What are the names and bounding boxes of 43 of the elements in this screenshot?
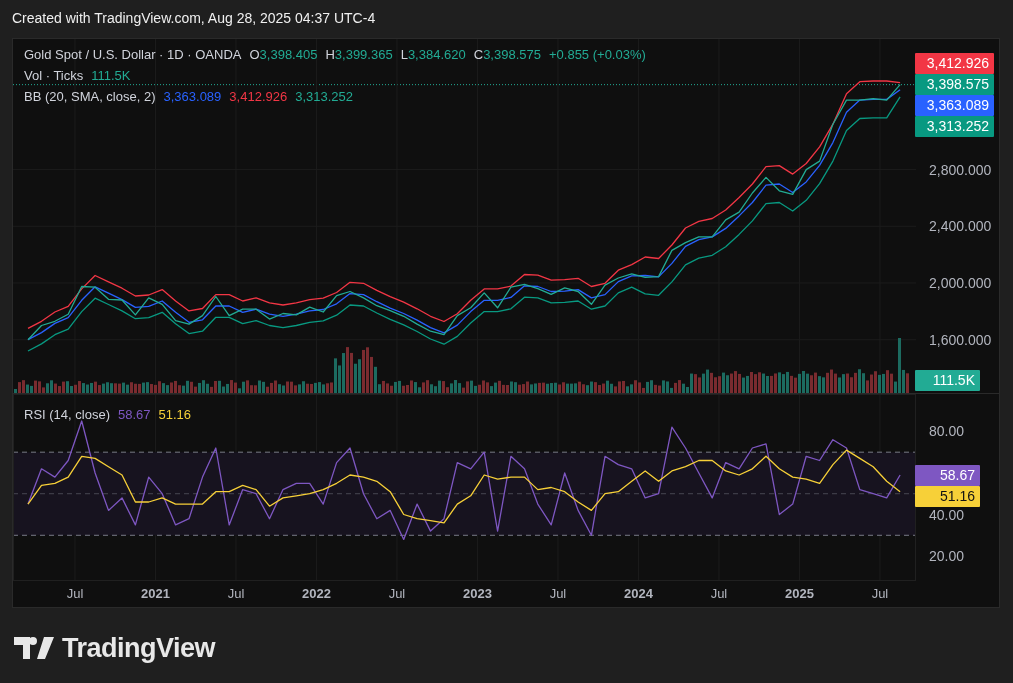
- indicator-label: BB (20, SMA, close, 2): [24, 87, 156, 106]
- rsi-axis-label: 40.00: [929, 506, 965, 523]
- indicator-value: 3,363.089: [163, 87, 222, 106]
- time-axis-label: Jul: [871, 586, 889, 601]
- price-change: +0.855 (+0.03%): [548, 45, 646, 64]
- rsi-axis-label: 20.00: [929, 548, 965, 565]
- time-axis-label: Jul: [227, 586, 245, 601]
- price-axis-label: 1,600.000: [929, 331, 992, 348]
- volume-value: 111.5K: [91, 66, 131, 85]
- time-axis-label: 2022: [302, 586, 331, 601]
- indicator-value: 51.16: [158, 405, 192, 424]
- volume-label: Vol · Ticks: [24, 66, 84, 85]
- ohlc-value: H3,399.365: [325, 45, 393, 64]
- rsi-badge: 51.16: [915, 485, 980, 507]
- time-axis-label: Jul: [66, 586, 84, 601]
- time-axis-label: 2024: [624, 586, 653, 601]
- price-axis-label: 2,800.000: [929, 161, 992, 178]
- rsi-badge: 58.67: [915, 464, 980, 486]
- price-axis-label: 2,000.000: [929, 275, 992, 291]
- time-axis-label: Jul: [549, 586, 567, 601]
- indicator-label: RSI (14, close): [24, 405, 110, 424]
- symbol-title: Gold Spot / U.S. Dollar · 1D · OANDA: [24, 45, 242, 64]
- ohlc-value: L3,384.620: [400, 45, 466, 64]
- ohlc-value: C3,398.575: [473, 45, 541, 64]
- time-axis-label: Jul: [388, 586, 406, 601]
- volume-badge: 111.5K: [915, 370, 980, 391]
- logo-icon: [14, 637, 54, 660]
- time-axis-label: 2021: [141, 586, 170, 601]
- price-badge: 3,412.926: [915, 53, 994, 75]
- indicator-value: 58.67: [118, 405, 151, 424]
- watermark-caption: Created with TradingView.com, Aug 28, 2025 04:37 UTC-4: [11, 9, 377, 28]
- time-axis-label: 2025: [785, 586, 814, 601]
- price-axis-label: 2,400.000: [929, 218, 992, 235]
- time-axis-label: 2023: [463, 586, 492, 601]
- indicator-value: 3,412.926: [229, 87, 288, 106]
- price-badge: 3,363.089: [915, 95, 994, 117]
- brand-name: TradingView: [62, 632, 216, 665]
- indicator-value: 3,313.252: [295, 87, 354, 106]
- rsi-axis-label: 80.00: [929, 423, 965, 440]
- time-axis-label: Jul: [710, 586, 728, 601]
- price-badge: 3,398.575: [915, 74, 994, 96]
- price-badge: 3,313.252: [915, 116, 994, 138]
- ohlc-value: O3,398.405: [249, 45, 318, 64]
